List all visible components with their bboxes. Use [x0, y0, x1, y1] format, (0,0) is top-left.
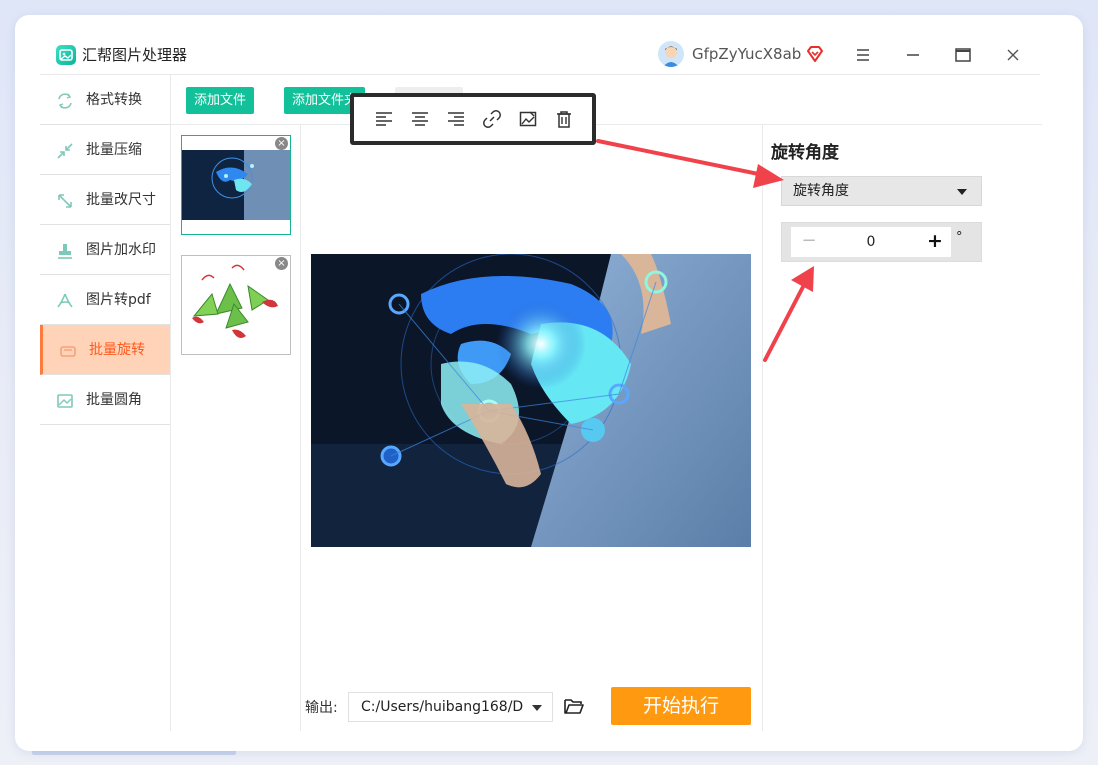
close-icon[interactable] [999, 41, 1027, 69]
output-path-value: C:/Users/huibang168/D [361, 699, 524, 715]
round-corner-icon [56, 392, 74, 410]
user-name[interactable]: GfpZyYucX8ab [692, 45, 801, 63]
rotate-icon [59, 342, 77, 360]
chevron-down-icon [532, 705, 542, 711]
settings-title: 旋转角度 [771, 143, 839, 163]
remove-thumbnail-icon[interactable]: × [275, 257, 288, 270]
minimize-icon[interactable] [899, 41, 927, 69]
compress-icon [56, 142, 74, 160]
delete-icon[interactable] [546, 101, 582, 137]
chevron-down-icon [957, 189, 967, 195]
link-icon[interactable] [474, 101, 510, 137]
thumbnail-globe[interactable]: × [181, 135, 291, 235]
output-path-select[interactable]: C:/Users/huibang168/D [348, 692, 553, 722]
rotate-mode-select[interactable]: 旋转角度 [781, 176, 982, 206]
angle-value[interactable]: 0 [831, 233, 911, 251]
filelist-divider [300, 125, 301, 731]
add-file-button[interactable]: 添加文件 [186, 87, 255, 114]
sidebar-item-compress[interactable]: 批量压缩 [40, 125, 170, 175]
start-button[interactable]: 开始执行 [611, 687, 751, 725]
sidebar-item-format-convert[interactable]: 格式转换 [40, 75, 170, 125]
vip-diamond-icon[interactable] [805, 44, 825, 64]
floating-edit-toolbar [350, 93, 596, 145]
sidebar-item-watermark[interactable]: 图片加水印 [40, 225, 170, 275]
thumbnail-zongzi[interactable]: × [181, 255, 291, 355]
title-bar: 汇帮图片处理器 GfpZyYucX8ab [15, 15, 1083, 75]
rotate-mode-value: 旋转角度 [793, 183, 849, 199]
zongzi-thumbnail-image [192, 264, 278, 338]
sidebar-divider [170, 75, 171, 731]
sidebar-item-rotate[interactable]: 批量旋转 [40, 325, 170, 375]
edit-image-icon[interactable] [510, 101, 546, 137]
sidebar-item-pdf[interactable]: 图片转pdf [40, 275, 170, 325]
right-panel-divider [762, 125, 763, 731]
right-panel-top-divider [762, 124, 1042, 125]
watermark-icon [56, 242, 74, 260]
maximize-icon[interactable] [949, 41, 977, 69]
align-left-icon[interactable] [366, 101, 402, 137]
angle-stepper[interactable]: − 0 + [791, 227, 951, 257]
align-right-icon[interactable] [438, 101, 474, 137]
title-divider [40, 74, 1040, 75]
app-logo-icon [56, 45, 76, 65]
degree-unit: ° [956, 230, 963, 245]
increment-button[interactable]: + [925, 231, 945, 253]
globe-thumbnail-image [182, 150, 290, 220]
sidebar-item-resize[interactable]: 批量改尺寸 [40, 175, 170, 225]
sidebar-item-round-corner[interactable]: 批量圆角 [40, 375, 170, 425]
avatar[interactable] [658, 41, 684, 67]
remove-thumbnail-icon[interactable]: × [275, 137, 288, 150]
align-center-icon[interactable] [402, 101, 438, 137]
pdf-icon [56, 292, 74, 310]
output-label: 输出: [305, 700, 338, 716]
resize-icon [56, 192, 74, 210]
format-convert-icon [56, 92, 74, 110]
preview-image [311, 254, 751, 547]
decrement-button[interactable]: − [799, 231, 819, 253]
app-title: 汇帮图片处理器 [82, 46, 188, 64]
folder-open-icon[interactable] [563, 696, 585, 718]
angle-stepper-container: − 0 + ° [781, 222, 982, 262]
menu-icon[interactable] [849, 41, 877, 69]
